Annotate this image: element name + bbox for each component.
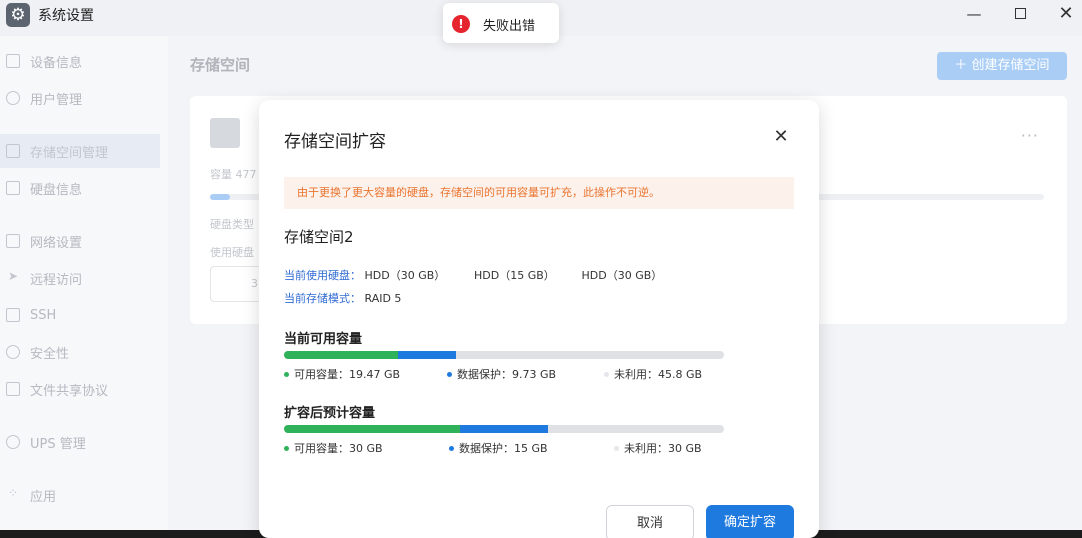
terminal-icon — [6, 308, 20, 322]
apps-icon: ⁘ — [7, 486, 19, 500]
sidebar-item-ssh[interactable]: SSH — [0, 298, 160, 332]
expanded-capacity-bar — [284, 425, 724, 433]
protection-segment — [398, 351, 456, 359]
sidebar: 设备信息 用户管理 存储空间管理 硬盘信息 网络设置 ➤ 远程访问 SSH 安全… — [0, 36, 168, 538]
current-capacity-bar — [284, 351, 724, 359]
sidebar-item-label: 安全性 — [30, 346, 70, 362]
toast-message: 失败出错 — [483, 19, 536, 34]
sidebar-item-ups[interactable]: UPS 管理 — [0, 425, 160, 459]
device-icon — [6, 54, 20, 68]
sidebar-item-label: SSH — [30, 307, 57, 323]
disk-type-label: 硬盘类型 — [210, 218, 254, 231]
more-options-button[interactable]: ··· — [1021, 126, 1039, 145]
sidebar-item-remote-access[interactable]: ➤ 远程访问 — [0, 261, 160, 295]
capacity-label: 容量 477 — [210, 168, 257, 181]
maximize-icon — [1014, 8, 1026, 19]
sidebar-item-label: 文件共享协议 — [30, 383, 109, 399]
sidebar-item-label: 存储空间管理 — [30, 145, 109, 161]
disk-value: HDD（15 GB） — [474, 269, 555, 282]
sidebar-item-label: 硬盘信息 — [30, 182, 83, 198]
disk-icon — [6, 181, 20, 195]
protection-segment — [460, 425, 548, 433]
cancel-button[interactable]: 取消 — [606, 505, 694, 538]
expanded-capacity-legend: 可用容量：30 GB 数据保护：15 GB 未利用：30 GB — [284, 440, 724, 456]
legend-protection: 数据保护：15 GB — [449, 440, 548, 456]
server-icon — [210, 118, 240, 148]
sidebar-item-device-info[interactable]: 设备信息 — [0, 44, 160, 78]
confirm-expand-button[interactable]: 确定扩容 — [706, 505, 794, 538]
expand-storage-dialog: 存储空间扩容 ✕ 由于更换了更大容量的硬盘，存储空间的可用容量可扩充，此操作不可… — [259, 100, 819, 538]
close-window-button[interactable]: ✕ — [1054, 4, 1078, 24]
sidebar-item-label: 网络设置 — [30, 235, 83, 251]
sidebar-item-file-sharing[interactable]: 文件共享协议 — [0, 372, 160, 406]
available-segment — [284, 425, 460, 433]
sidebar-item-network[interactable]: 网络设置 — [0, 224, 160, 258]
gear-icon: ⚙ — [6, 3, 30, 27]
disk-value: HDD（30 GB） — [364, 269, 446, 282]
maximize-button[interactable] — [1008, 4, 1032, 24]
current-disks-label: 当前使用硬盘： — [284, 269, 361, 282]
shield-icon — [6, 345, 20, 359]
sidebar-item-user-management[interactable]: 用户管理 — [0, 81, 160, 115]
available-segment — [284, 351, 399, 359]
legend-unused: 未利用：45.8 GB — [604, 366, 702, 382]
create-storage-button[interactable]: ＋ 创建存储空间 — [937, 52, 1067, 80]
error-icon: ! — [452, 15, 470, 33]
sidebar-item-apps[interactable]: ⁘ 应用 — [0, 478, 160, 512]
current-capacity-title: 当前可用容量 — [284, 332, 363, 347]
sidebar-item-label: 应用 — [30, 489, 57, 505]
sidebar-item-label: 远程访问 — [30, 272, 83, 288]
file-icon — [6, 382, 20, 396]
window-title: 系统设置 — [38, 8, 94, 24]
current-capacity-legend: 可用容量：19.47 GB 数据保护：9.73 GB 未利用：45.8 GB — [284, 366, 724, 382]
sidebar-item-disk-info[interactable]: 硬盘信息 — [0, 171, 160, 205]
sidebar-item-label: 设备信息 — [30, 55, 83, 71]
storage-mode-row: 当前存储模式： RAID 5 — [284, 290, 401, 306]
page-title: 存储空间 — [190, 56, 251, 74]
disk-value: HDD（30 GB） — [581, 269, 663, 282]
error-toast: ! 失败出错 — [443, 3, 559, 43]
legend-protection: 数据保护：9.73 GB — [447, 366, 556, 382]
network-icon — [6, 234, 20, 248]
legend-available: 可用容量：19.47 GB — [284, 366, 400, 382]
sidebar-item-storage-management[interactable]: 存储空间管理 — [0, 134, 160, 168]
dialog-title: 存储空间扩容 — [284, 132, 386, 152]
current-disks-row: 当前使用硬盘： HDD（30 GB） HDD（15 GB） HDD（30 GB） — [284, 267, 662, 283]
storage-mode-value: RAID 5 — [364, 292, 402, 305]
warning-banner: 由于更换了更大容量的硬盘，存储空间的可用容量可扩充，此操作不可逆。 — [284, 177, 794, 209]
user-icon — [6, 91, 20, 105]
send-icon: ➤ — [7, 269, 19, 283]
sidebar-item-security[interactable]: 安全性 — [0, 335, 160, 369]
legend-unused: 未利用：30 GB — [614, 440, 702, 456]
expanded-capacity-title: 扩容后预计容量 — [284, 406, 376, 421]
legend-available: 可用容量：30 GB — [284, 440, 383, 456]
sidebar-item-label: 用户管理 — [30, 92, 83, 108]
sidebar-item-label: UPS 管理 — [30, 436, 86, 452]
close-icon[interactable]: ✕ — [771, 127, 791, 147]
storage-mode-label: 当前存储模式： — [284, 292, 361, 305]
ups-icon — [6, 435, 20, 449]
storage-pool-name: 存储空间2 — [284, 228, 354, 246]
storage-icon — [6, 144, 20, 158]
minimize-button[interactable]: — — [962, 4, 986, 24]
used-disk-label: 使用硬盘 — [210, 246, 254, 259]
